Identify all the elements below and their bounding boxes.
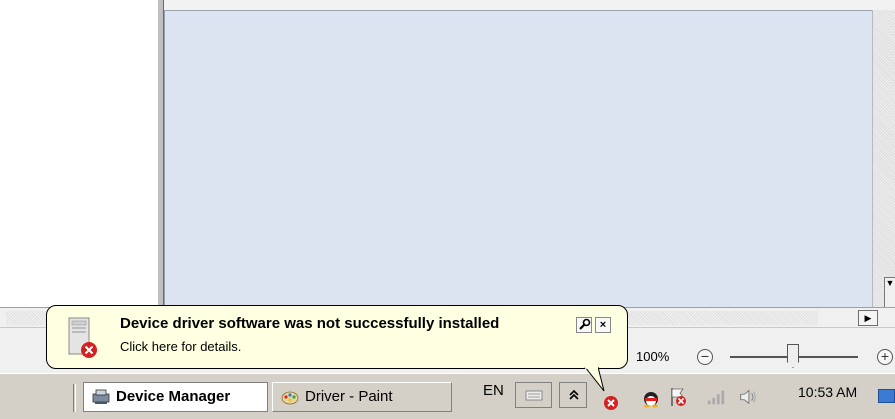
wrench-icon [579,318,591,330]
balloon-tail [584,367,605,392]
balloon-options-button[interactable] [576,317,592,333]
window-top-strip [164,0,895,10]
device-error-icon [68,317,97,358]
taskbar-item-device-manager[interactable]: Device Manager [83,382,268,412]
action-center-flag-icon[interactable] [668,386,688,408]
keyboard-tray-button[interactable] [515,382,552,408]
driver-install-balloon[interactable]: Device driver software was not successfu… [46,305,628,369]
show-hidden-icons-icon [569,389,579,400]
device-manager-icon [92,389,110,404]
paint-icon [281,391,299,405]
taskbar-item-label: Device Manager [116,388,231,405]
balloon-title: Device driver software was not successfu… [120,315,500,332]
taskbar: Device Manager Driver - Paint [0,373,895,419]
network-icon[interactable] [706,386,726,408]
driver-error-icon[interactable] [601,392,621,414]
scroll-down-button[interactable]: ▼ [884,277,895,307]
volume-icon[interactable] [738,386,758,408]
zoom-out-button[interactable]: − [697,349,713,365]
taskbar-item-label: Driver - Paint [305,388,393,405]
vertical-scrollbar[interactable] [872,10,895,307]
system-clock[interactable]: 10:53 AM [798,384,857,400]
balloon-details-link[interactable]: Click here for details. [120,339,241,354]
zoom-in-button[interactable]: + [877,349,893,365]
taskbar-divider [73,384,76,412]
zoom-level: 100% [636,349,670,364]
taskbar-item-paint[interactable]: Driver - Paint [272,382,452,412]
window-left-area [0,0,158,307]
keyboard-icon [525,390,543,401]
show-hidden-icons-button[interactable] [559,382,587,408]
paint-canvas[interactable] [164,10,872,307]
language-indicator[interactable]: EN [483,382,504,399]
balloon-close-button[interactable]: × [595,317,611,333]
qq-icon[interactable] [641,386,661,408]
scroll-right-button[interactable]: ▶ [858,310,878,326]
show-desktop-icon[interactable] [878,389,895,403]
